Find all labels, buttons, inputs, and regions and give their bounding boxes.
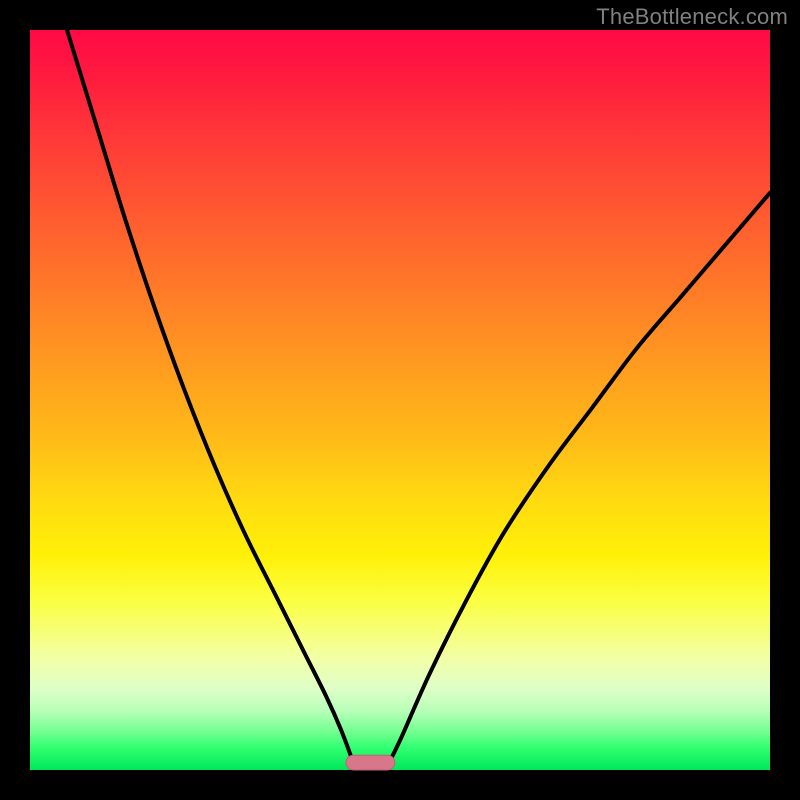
curve-left-branch — [67, 30, 356, 770]
plot-area — [30, 30, 770, 770]
watermark-text: TheBottleneck.com — [596, 4, 788, 30]
chart-frame: TheBottleneck.com — [0, 0, 800, 800]
curve-right-branch — [385, 193, 770, 770]
plot-svg — [30, 30, 770, 770]
minimum-marker — [346, 755, 395, 770]
